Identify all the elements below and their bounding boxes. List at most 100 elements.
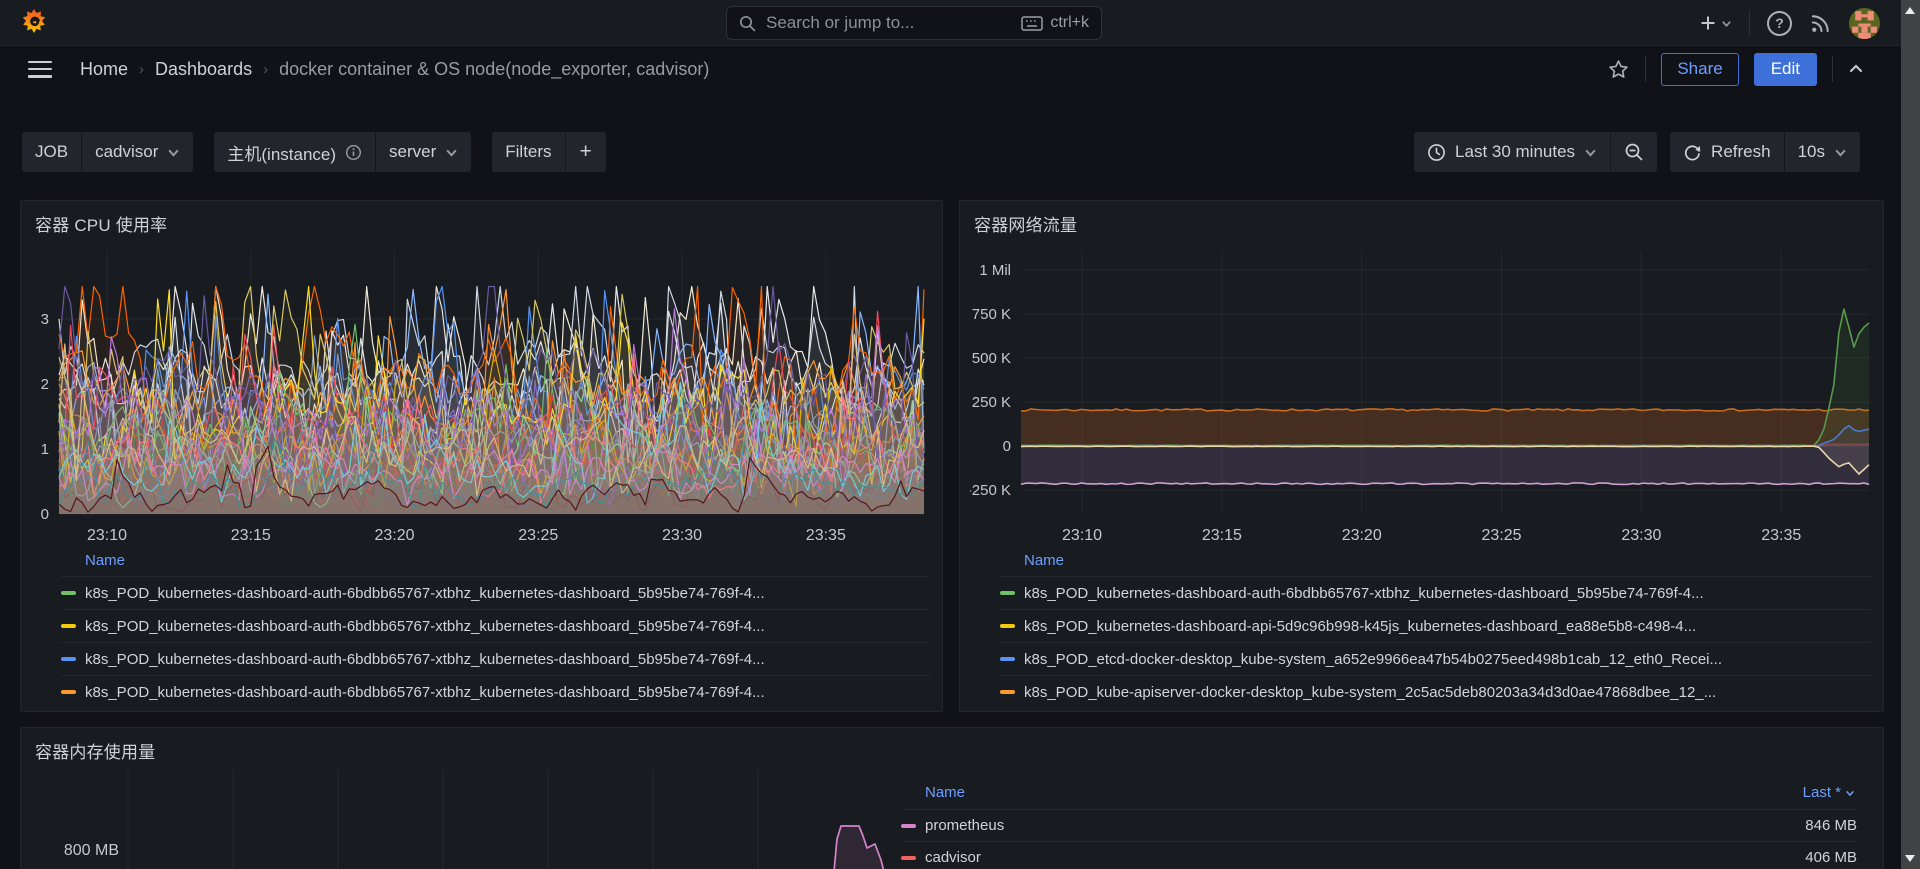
breadcrumb-current: docker container & OS node(node_exporter…	[279, 58, 710, 79]
svg-text:23:20: 23:20	[1342, 527, 1382, 544]
chevron-down-icon	[168, 149, 179, 157]
svg-text:0: 0	[1003, 438, 1011, 455]
edit-button[interactable]: Edit	[1753, 52, 1817, 86]
actions-divider	[1832, 56, 1833, 82]
breadcrumb-dashboards[interactable]: Dashboards	[155, 59, 252, 80]
chevron-down-icon	[1835, 149, 1846, 157]
legend-name-header[interactable]: Name	[925, 784, 965, 801]
svg-text:3: 3	[41, 311, 49, 328]
series-name: cadvisor	[925, 849, 981, 866]
avatar[interactable]	[1849, 7, 1880, 39]
legend-last-header[interactable]: Last *	[1803, 784, 1855, 801]
menu-toggle-icon[interactable]	[28, 60, 52, 78]
svg-text:1 Mil: 1 Mil	[979, 262, 1011, 279]
series-name: k8s_POD_etcd-docker-desktop_kube-system_…	[1024, 650, 1723, 668]
help-icon[interactable]: ?	[1767, 10, 1792, 36]
breadcrumb-row: Home › Dashboards › docker container & O…	[0, 47, 1900, 91]
legend-item[interactable]: cadvisor 406 MB	[901, 841, 1857, 869]
filters-label: Filters	[505, 142, 552, 161]
chevron-down-icon	[446, 149, 457, 157]
breadcrumb-separator: ›	[139, 60, 145, 78]
legend-item[interactable]: k8s_POD_kubernetes-dashboard-auth-6bdbb6…	[1000, 576, 1871, 609]
search-input[interactable]: Search or jump to... ctrl+k	[726, 6, 1102, 40]
legend-item[interactable]: k8s_POD_kubernetes-dashboard-auth-6bdbb6…	[61, 642, 930, 675]
refresh-icon	[1684, 144, 1701, 160]
series-name: k8s_POD_kube-apiserver-docker-desktop_ku…	[1024, 683, 1717, 701]
top-nav-actions: ?	[1699, 0, 1880, 46]
variable-instance-label: 主机(instance)	[214, 132, 375, 172]
svg-text:0: 0	[41, 506, 49, 523]
collapse-chevron-up-icon[interactable]	[1848, 61, 1864, 77]
time-range-picker[interactable]: Last 30 minutes	[1414, 132, 1610, 172]
page-scrollbar[interactable]	[1901, 0, 1920, 869]
time-controls: Last 30 minutes Refresh 10s	[1414, 132, 1860, 172]
breadcrumb-home[interactable]: Home	[80, 59, 128, 80]
breadcrumb-separator: ›	[263, 60, 269, 78]
chevron-down-icon	[1585, 149, 1596, 157]
svg-text:23:25: 23:25	[518, 527, 558, 544]
grafana-logo-icon[interactable]	[18, 7, 50, 39]
nav-divider	[1749, 10, 1750, 36]
legend-item[interactable]: k8s_POD_kubernetes-dashboard-api-5d9c96b…	[1000, 609, 1871, 642]
variable-job-value[interactable]: cadvisor	[81, 132, 193, 172]
series-name: k8s_POD_kubernetes-dashboard-auth-6bdbb6…	[1024, 584, 1704, 602]
series-color-marker	[901, 823, 916, 828]
variable-instance-value[interactable]: server	[375, 132, 471, 172]
series-name: prometheus	[925, 817, 1005, 834]
svg-text:23:30: 23:30	[662, 527, 702, 544]
memory-legend-header: Name Last *	[901, 784, 1857, 809]
legend-item[interactable]: k8s_POD_etcd-docker-desktop_kube-system_…	[1000, 642, 1871, 675]
refresh-group: Refresh 10s	[1670, 132, 1860, 172]
legend-item[interactable]: prometheus 846 MB	[901, 809, 1857, 841]
series-last-value: 406 MB	[1805, 849, 1857, 866]
search-icon	[739, 15, 756, 31]
svg-text:23:20: 23:20	[375, 527, 415, 544]
cpu-chart[interactable]: 0 1 2 3 23:10 23:15 23:20 23:25 23:30 23:35	[31, 237, 936, 549]
legend-item[interactable]: k8s_POD_kube-apiserver-docker-desktop_ku…	[1000, 675, 1871, 708]
add-filter-button[interactable]: +	[564, 132, 606, 172]
legend-item[interactable]: k8s_POD_kubernetes-dashboard-auth-6bdbb6…	[61, 576, 930, 609]
svg-text:250 K: 250 K	[972, 394, 1011, 411]
series-name: k8s_POD_kubernetes-dashboard-auth-6bdbb6…	[85, 584, 765, 602]
svg-text:23:15: 23:15	[231, 527, 271, 544]
panel-network-traffic: 容器网络流量 1 Mil 750 K 500 K 250 K 0 -250 K 23:10 2…	[959, 200, 1884, 712]
series-color-marker	[1000, 690, 1015, 694]
legend-name-header[interactable]: Name	[85, 551, 125, 576]
svg-text:23:10: 23:10	[1062, 527, 1102, 544]
panel-title[interactable]: 容器内存使用量	[35, 738, 155, 763]
series-color-marker	[1000, 657, 1015, 661]
info-icon	[346, 144, 362, 160]
top-nav: Search or jump to... ctrl+k ?	[0, 0, 1920, 46]
network-chart[interactable]: 1 Mil 750 K 500 K 250 K 0 -250 K 23:10 23:15 23:…	[970, 237, 1875, 549]
variable-job: JOB cadvisor	[22, 132, 194, 172]
series-color-marker	[61, 624, 76, 628]
zoom-out-button[interactable]	[1610, 132, 1657, 172]
legend-name-header[interactable]: Name	[1024, 551, 1064, 576]
svg-text:2: 2	[41, 376, 49, 393]
share-button[interactable]: Share	[1661, 52, 1739, 86]
search-placeholder: Search or jump to...	[766, 13, 915, 32]
dashboard-actions: Share Edit	[1607, 52, 1864, 86]
svg-text:500 K: 500 K	[972, 350, 1011, 367]
zoom-out-icon	[1625, 143, 1643, 161]
legend-item[interactable]: k8s_POD_kubernetes-dashboard-auth-6bdbb6…	[61, 609, 930, 642]
clock-icon	[1428, 143, 1445, 161]
series-name: k8s_POD_kubernetes-dashboard-auth-6bdbb6…	[85, 650, 765, 668]
panel-title[interactable]: 容器网络流量	[974, 211, 1077, 236]
memory-legend: Name Last * prometheus 846 MB cadvisor 4…	[901, 784, 1857, 869]
create-button[interactable]	[1699, 14, 1732, 32]
star-icon[interactable]	[1607, 58, 1630, 81]
svg-text:23:30: 23:30	[1621, 527, 1661, 544]
keyboard-icon	[1021, 15, 1044, 31]
news-icon[interactable]	[1809, 12, 1832, 35]
network-legend: Name k8s_POD_kubernetes-dashboard-auth-6…	[1000, 551, 1871, 708]
chevron-down-icon	[1846, 790, 1854, 796]
memory-chart[interactable]: 800 MB	[31, 764, 897, 869]
legend-item[interactable]: k8s_POD_kubernetes-dashboard-auth-6bdbb6…	[61, 675, 930, 708]
refresh-button[interactable]: Refresh	[1670, 132, 1784, 172]
panel-title[interactable]: 容器 CPU 使用率	[35, 211, 167, 236]
scrollbar-up-arrow[interactable]	[1905, 7, 1915, 14]
actions-divider	[1645, 56, 1647, 82]
refresh-interval-select[interactable]: 10s	[1783, 132, 1860, 172]
scrollbar-down-arrow[interactable]	[1905, 855, 1915, 862]
